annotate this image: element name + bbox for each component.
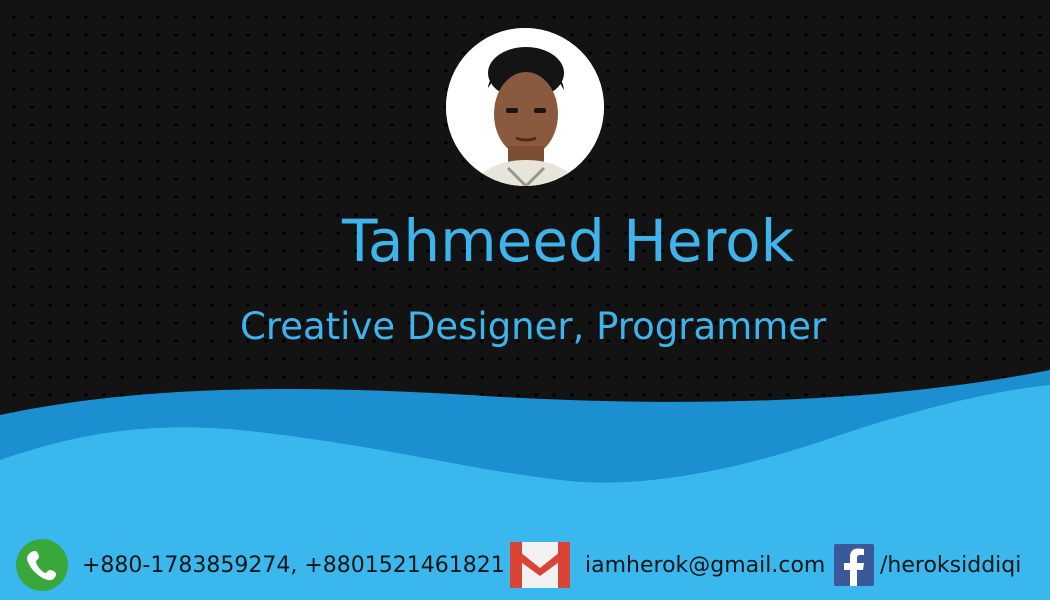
facebook-icon <box>834 544 874 586</box>
contact-bar: +880-1783859274, +8801521461821 iamherok… <box>0 538 1050 594</box>
phone-icon <box>15 538 69 592</box>
email-text[interactable]: iamherok@gmail.com <box>585 538 825 594</box>
phone-text[interactable]: +880-1783859274, +8801521461821 <box>82 538 505 594</box>
avatar <box>446 28 604 186</box>
gmail-icon <box>510 542 570 588</box>
facebook-text[interactable]: /heroksiddiqi <box>880 538 1021 594</box>
business-card: Tahmeed Herok Creative Designer, Program… <box>0 0 1050 600</box>
person-role: Creative Designer, Programmer <box>240 305 827 348</box>
person-name: Tahmeed Herok <box>342 207 795 275</box>
